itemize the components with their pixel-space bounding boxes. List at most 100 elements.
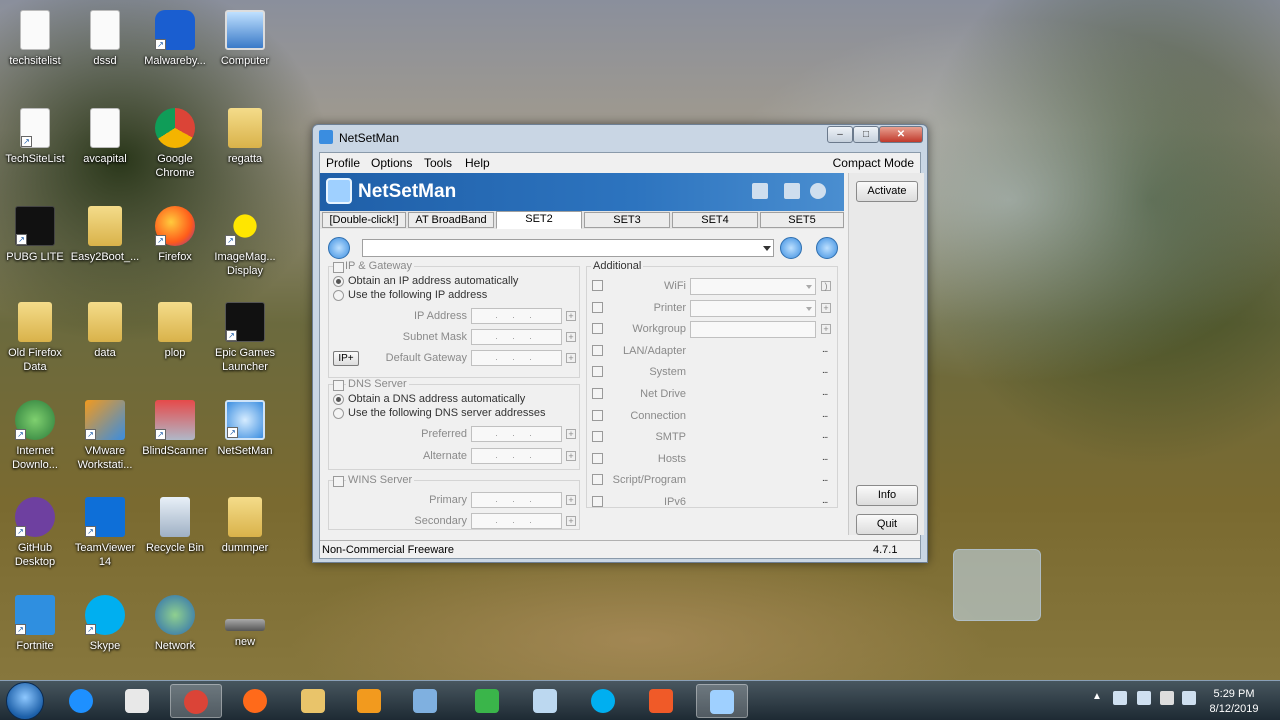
wifi-signal-icon[interactable]: ) xyxy=(821,281,831,291)
additional-item-checkbox[interactable] xyxy=(592,366,603,378)
desktop-icon-chrome[interactable]: Google Chrome xyxy=(140,108,210,180)
desktop-icon-malwarebytes[interactable]: ↗ Malwareby... xyxy=(140,10,210,68)
menu-help[interactable]: Help xyxy=(465,156,490,170)
info-button[interactable]: Info xyxy=(856,485,918,506)
ip-address-field[interactable]: . . . xyxy=(471,308,562,324)
desktop-icon-regatta[interactable]: regatta xyxy=(210,108,280,166)
additional-item-checkbox[interactable] xyxy=(592,452,603,464)
ip-auto-radio[interactable] xyxy=(333,276,344,287)
default-gateway-field[interactable]: . . . xyxy=(471,350,562,366)
additional-item-plus-icon[interactable]: + xyxy=(821,324,831,335)
taskbar-button-remote-desktop[interactable] xyxy=(400,684,452,718)
taskbar-button-explorer[interactable] xyxy=(288,684,340,718)
additional-item-checkbox[interactable] xyxy=(592,301,603,313)
tab-at-broadband[interactable]: AT BroadBand xyxy=(408,212,494,228)
secondary-plus-icon[interactable]: + xyxy=(566,516,576,526)
desktop-icon-techsitelist[interactable]: techsitelist xyxy=(0,10,70,68)
taskbar-button-skype[interactable] xyxy=(578,684,630,718)
ip-address-plus-icon[interactable]: + xyxy=(566,311,576,321)
additional-item-checkbox[interactable] xyxy=(592,280,603,291)
tab-set4[interactable]: SET4 xyxy=(672,212,758,228)
network-tray-icon[interactable] xyxy=(1113,691,1127,705)
desktop-icon-dummper[interactable]: dummper xyxy=(210,497,280,555)
taskbar-button-vmware[interactable] xyxy=(344,684,396,718)
subnet-plus-icon[interactable]: + xyxy=(566,332,576,342)
additional-item-more-button[interactable]: ... xyxy=(822,495,828,506)
desktop-icon-new[interactable]: new xyxy=(210,595,280,649)
additional-item-checkbox[interactable] xyxy=(592,323,603,335)
add-adapter-icon[interactable] xyxy=(328,237,350,259)
desktop-icon-teamviewer[interactable]: ↗ TeamViewer 14 xyxy=(70,497,140,569)
taskbar-button-firefox[interactable] xyxy=(230,684,282,718)
taskbar-button-internet-explorer[interactable] xyxy=(56,684,108,718)
tab-set5[interactable]: SET5 xyxy=(760,212,844,228)
additional-item-checkbox[interactable] xyxy=(592,344,603,356)
additional-item-more-button[interactable]: ... xyxy=(822,344,828,355)
additional-item-checkbox[interactable] xyxy=(592,409,603,421)
dns-auto-radio[interactable] xyxy=(333,394,344,405)
additional-item-checkbox[interactable] xyxy=(592,431,603,443)
show-hidden-icons-icon[interactable]: ▲ xyxy=(1092,691,1106,705)
menu-profile[interactable]: Profile xyxy=(326,156,360,170)
desktop-icon-pubg[interactable]: ↗ PUBG LITE xyxy=(0,206,70,264)
tab-set3[interactable]: SET3 xyxy=(584,212,670,228)
taskbar-button-netsetman[interactable] xyxy=(696,684,748,718)
wins-server-checkbox[interactable] xyxy=(333,476,344,487)
ip-plus-button[interactable]: IP+ xyxy=(333,351,359,366)
desktop-icon-fortnite[interactable]: ↗ Fortnite xyxy=(0,595,70,653)
taskbar-button-chrome[interactable] xyxy=(170,684,222,718)
desktop-icon-vmware[interactable]: ↗ VMware Workstati... xyxy=(70,400,140,472)
secondary-wins-field[interactable]: . . . xyxy=(471,513,562,529)
lightbulb-icon[interactable] xyxy=(810,183,826,199)
desktop-icon-plop[interactable]: plop xyxy=(140,302,210,360)
desktop-icon-network[interactable]: Network xyxy=(140,595,210,653)
clock[interactable]: 5:29 PM 8/12/2019 xyxy=(1204,687,1264,717)
alternate-dns-field[interactable]: . . . xyxy=(471,448,562,464)
desktop-icon-computer[interactable]: Computer xyxy=(210,10,280,68)
desktop-icon-avcapital[interactable]: avcapital xyxy=(70,108,140,166)
minimize-button[interactable]: – xyxy=(827,126,853,143)
desktop-icon-github[interactable]: ↗ GitHub Desktop xyxy=(0,497,70,569)
additional-item-more-button[interactable]: ... xyxy=(822,409,828,420)
taskbar-button-camtasia[interactable] xyxy=(462,684,514,718)
primary-wins-field[interactable]: . . . xyxy=(471,492,562,508)
primary-plus-icon[interactable]: + xyxy=(566,495,576,505)
desktop-icon-data[interactable]: data xyxy=(70,302,140,360)
additional-item-more-button[interactable]: ... xyxy=(822,473,828,484)
tab-set2[interactable]: SET2 xyxy=(496,211,582,229)
taskbar-button-camtasia-recorder[interactable] xyxy=(636,684,688,718)
additional-item-checkbox[interactable] xyxy=(592,388,603,399)
additional-item-checkbox[interactable] xyxy=(592,496,603,507)
preferred-dns-field[interactable]: . . . xyxy=(471,426,562,442)
menu-compact-mode[interactable]: Compact Mode xyxy=(833,156,914,170)
menu-options[interactable]: Options xyxy=(371,156,412,170)
desktop-icon-firefox[interactable]: ↗ Firefox xyxy=(140,206,210,264)
taskbar-button-media-player[interactable] xyxy=(112,684,164,718)
gateway-plus-icon[interactable]: + xyxy=(566,353,576,363)
notes-icon[interactable] xyxy=(784,183,800,199)
tab-double-click[interactable]: [Double-click!] xyxy=(322,212,406,228)
alternate-plus-icon[interactable]: + xyxy=(566,451,576,461)
close-button[interactable]: ✕ xyxy=(879,126,923,143)
maximize-button[interactable]: □ xyxy=(853,126,879,143)
subnet-mask-field[interactable]: . . . xyxy=(471,329,562,345)
action-center-icon[interactable] xyxy=(1137,691,1151,705)
desktop-icon-internet-download[interactable]: ↗ Internet Downlo... xyxy=(0,400,70,472)
dns-server-checkbox[interactable] xyxy=(333,380,344,391)
preferred-plus-icon[interactable]: + xyxy=(566,429,576,439)
additional-item-more-button[interactable]: ... xyxy=(822,365,828,376)
ip-gateway-checkbox[interactable] xyxy=(333,262,344,273)
ip-manual-radio[interactable] xyxy=(333,290,344,301)
refresh-icon[interactable] xyxy=(780,237,802,259)
additional-item-select[interactable] xyxy=(690,278,816,295)
desktop-icon-recycle-bin[interactable]: Recycle Bin xyxy=(140,497,210,555)
notification-icon[interactable] xyxy=(1182,691,1196,705)
start-button[interactable] xyxy=(6,682,44,720)
desktop-icon-easy2boot[interactable]: Easy2Boot_... xyxy=(70,206,140,264)
additional-item-more-button[interactable]: ... xyxy=(822,452,828,463)
titlebar[interactable]: NetSetMan – □ ✕ xyxy=(313,125,927,149)
additional-item-checkbox[interactable] xyxy=(592,474,603,486)
volume-muted-icon[interactable] xyxy=(1160,691,1174,705)
quit-button[interactable]: Quit xyxy=(856,514,918,535)
adapter-select[interactable] xyxy=(362,239,774,257)
